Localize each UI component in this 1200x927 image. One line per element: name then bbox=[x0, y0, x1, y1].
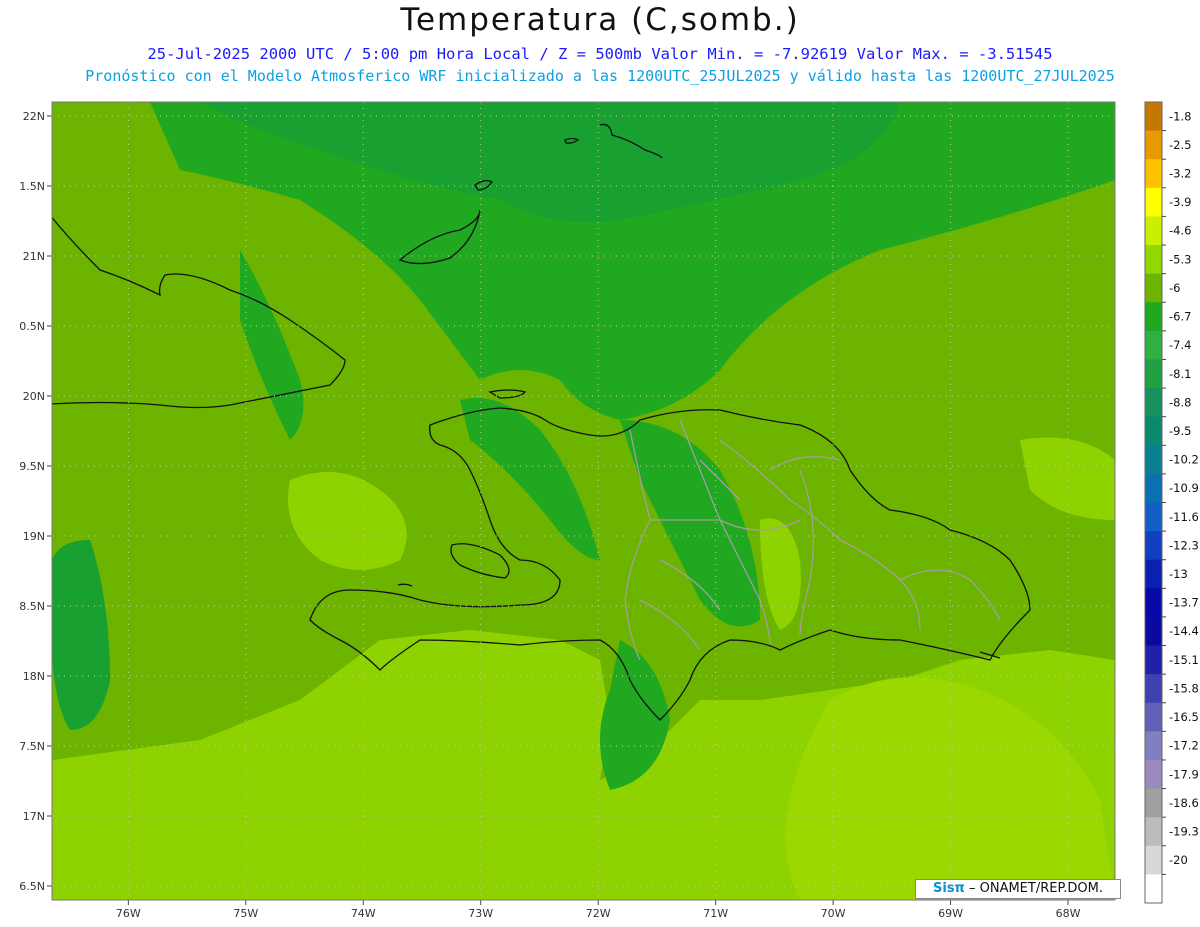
lat-tick-label: 9.5N bbox=[19, 460, 45, 473]
colorbar-label: -6 bbox=[1169, 281, 1180, 295]
colorbar-swatch bbox=[1145, 874, 1162, 904]
colorbar-label: -18.6 bbox=[1169, 796, 1199, 810]
credit-box: Sisπ – ONAMET/REP.DOM. bbox=[915, 879, 1121, 899]
colorbar-label: -17.9 bbox=[1169, 767, 1199, 781]
colorbar-label: -14.4 bbox=[1169, 624, 1199, 638]
credit-org: – ONAMET/REP.DOM. bbox=[964, 881, 1103, 896]
subtitle-valid-time: 25-Jul-2025 2000 UTC / 5:00 pm Hora Loca… bbox=[147, 45, 1053, 63]
colorbar-label: -13 bbox=[1169, 567, 1188, 581]
lon-tick-label: 70W bbox=[821, 907, 846, 920]
colorbar-label: -8.8 bbox=[1169, 395, 1191, 409]
colorbar-swatch bbox=[1145, 731, 1162, 761]
colorbar-label: -20 bbox=[1169, 853, 1188, 867]
colorbar-label: -3.2 bbox=[1169, 167, 1191, 181]
colorbar-swatch bbox=[1145, 788, 1162, 818]
colorbar-label: -6.7 bbox=[1169, 310, 1191, 324]
colorbar-label: -10.9 bbox=[1169, 481, 1199, 495]
colorbar-label: -19.3 bbox=[1169, 824, 1199, 838]
colorbar-swatch bbox=[1145, 674, 1162, 704]
colorbar-swatch bbox=[1145, 445, 1162, 475]
subtitle-model-info: Pronóstico con el Modelo Atmosferico WRF… bbox=[85, 67, 1115, 85]
colorbar-swatch bbox=[1145, 187, 1162, 217]
lon-tick-label: 72W bbox=[586, 907, 611, 920]
colorbar-label: -10.2 bbox=[1169, 453, 1199, 467]
lat-tick-label: 18N bbox=[23, 670, 45, 683]
colorbar-label: -13.7 bbox=[1169, 596, 1199, 610]
colorbar-label: -1.8 bbox=[1169, 109, 1191, 123]
lon-tick-label: 68W bbox=[1056, 907, 1081, 920]
colorbar-swatch bbox=[1145, 216, 1162, 246]
credit-brand: Sisπ bbox=[933, 881, 965, 896]
colorbar-label: -2.5 bbox=[1169, 138, 1191, 152]
colorbar-swatch bbox=[1145, 130, 1162, 160]
colorbar-swatch bbox=[1145, 245, 1162, 275]
colorbar-swatch bbox=[1145, 302, 1162, 332]
colorbar-label: -17.2 bbox=[1169, 739, 1199, 753]
map-figure: 22N 1.5N 21N 0.5N 20N 9.5N 19N 8.5N 18N 7.5N 17N 6.… bbox=[19, 101, 1199, 920]
colorbar-swatch bbox=[1145, 559, 1162, 589]
lat-tick-label: 17N bbox=[23, 810, 45, 823]
colorbar-swatch bbox=[1145, 588, 1162, 618]
lon-tick-label: 75W bbox=[233, 907, 258, 920]
page-title: Temperatura (C,somb.) bbox=[400, 2, 800, 38]
colorbar-label: -5.3 bbox=[1169, 252, 1191, 266]
colorbar-swatch bbox=[1145, 817, 1162, 847]
colorbar-swatch bbox=[1145, 531, 1162, 561]
colorbar-swatch bbox=[1145, 416, 1162, 446]
lon-tick-label: 76W bbox=[116, 907, 141, 920]
colorbar-swatch bbox=[1145, 645, 1162, 675]
lat-tick-label: 8.5N bbox=[19, 600, 45, 613]
colorbar-swatch bbox=[1145, 702, 1162, 732]
colorbar-swatch bbox=[1145, 759, 1162, 790]
colorbar: -1.8 -2.5 -3.2 -3.9 -4.6 -5.3 -6 -6.7 -7.4 -8.1 -8… bbox=[1144, 101, 1199, 904]
lat-tick-label: 22N bbox=[23, 110, 45, 123]
colorbar-label: -3.9 bbox=[1169, 195, 1191, 209]
lat-tick-label: 20N bbox=[23, 390, 45, 403]
colorbar-swatch bbox=[1145, 159, 1162, 189]
lat-tick-label: 7.5N bbox=[19, 740, 45, 753]
lon-tick-label: 71W bbox=[703, 907, 728, 920]
lon-tick-label: 74W bbox=[351, 907, 376, 920]
lat-tick-label: 21N bbox=[23, 250, 45, 263]
colorbar-swatch bbox=[1145, 388, 1162, 418]
colorbar-label: -12.3 bbox=[1169, 538, 1199, 552]
colorbar-swatch bbox=[1145, 845, 1162, 875]
lat-tick-label: 6.5N bbox=[19, 880, 45, 893]
colorbar-swatch bbox=[1145, 102, 1162, 132]
colorbar-swatch bbox=[1145, 473, 1162, 503]
colorbar-label: -7.4 bbox=[1169, 338, 1191, 352]
colorbar-label: -16.5 bbox=[1169, 710, 1199, 724]
lon-tick-label: 69W bbox=[938, 907, 963, 920]
colorbar-label: -8.1 bbox=[1169, 367, 1191, 381]
lat-tick-label: 19N bbox=[23, 530, 45, 543]
colorbar-swatch bbox=[1145, 330, 1162, 360]
colorbar-swatch bbox=[1145, 273, 1162, 303]
colorbar-label: -4.6 bbox=[1169, 224, 1191, 238]
colorbar-label: -15.1 bbox=[1169, 653, 1199, 667]
lon-tick-label: 73W bbox=[468, 907, 493, 920]
colorbar-swatch bbox=[1145, 502, 1162, 532]
colorbar-swatch bbox=[1145, 359, 1162, 389]
colorbar-label: -15.8 bbox=[1169, 681, 1199, 695]
lat-tick-label: 0.5N bbox=[19, 320, 45, 333]
colorbar-label: -11.6 bbox=[1169, 510, 1199, 524]
lat-tick-label: 1.5N bbox=[19, 180, 45, 193]
colorbar-swatch bbox=[1145, 616, 1162, 647]
colorbar-label: -9.5 bbox=[1169, 424, 1191, 438]
